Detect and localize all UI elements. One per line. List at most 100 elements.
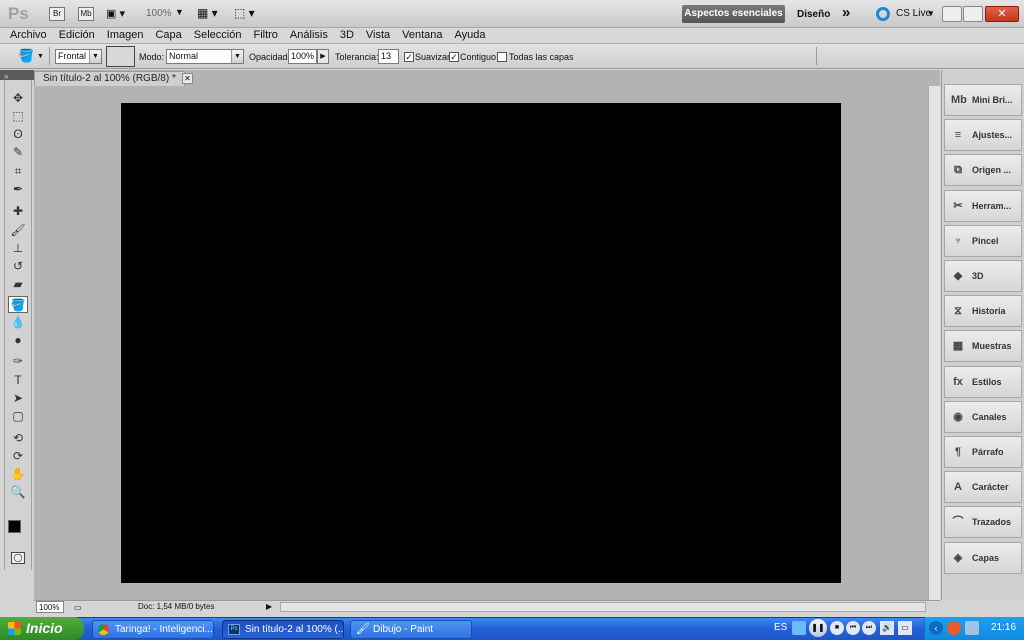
workspace-essentials-button[interactable]: Aspectos esenciales	[682, 5, 785, 23]
menu-archivo[interactable]: Archivo	[4, 28, 53, 43]
3d-rotate-icon[interactable]: ⟲	[8, 430, 28, 447]
path-select-icon[interactable]: ➤	[8, 390, 28, 407]
panel-button-clone-source[interactable]: ⧉ Origen ...	[944, 154, 1022, 187]
maximize-button[interactable]	[963, 6, 983, 22]
status-menu-icon[interactable]: ▶	[266, 601, 272, 613]
antialias-checkbox[interactable]: ✓	[404, 52, 414, 62]
panel-button-channels[interactable]: ◉ Canales	[944, 400, 1022, 433]
cs-live-dropdown-icon[interactable]: ▼	[927, 9, 935, 18]
panel-button-3d-panel[interactable]: ◆ 3D	[944, 260, 1022, 292]
pause-icon[interactable]: ❚❚	[809, 619, 827, 637]
panel-button-character[interactable]: A Carácter	[944, 471, 1022, 504]
panel-button-paragraph[interactable]: ¶ Párrafo	[944, 436, 1022, 468]
opacity-input[interactable]: 100%	[288, 49, 317, 64]
workspace-design-button[interactable]: Diseño	[797, 9, 830, 20]
menu-3d[interactable]: 3D	[334, 28, 360, 43]
clock[interactable]: 21:16	[991, 617, 1016, 639]
quick-select-icon[interactable]: ✎	[8, 144, 28, 161]
menu-imagen[interactable]: Imagen	[101, 28, 150, 43]
zoom-icon[interactable]: 🔍	[8, 484, 28, 501]
start-button[interactable]: Inicio	[0, 617, 84, 640]
menu-ventana[interactable]: Ventana	[396, 28, 448, 43]
move-icon[interactable]: ✥	[8, 90, 28, 107]
zoom-dropdown-icon[interactable]: ▼	[175, 7, 184, 17]
screen-mode-icon[interactable]: ⬚ ▾	[234, 6, 255, 20]
hand-icon[interactable]: ✋	[8, 466, 28, 483]
panel-button-mini-bridge[interactable]: Mb Mini Bri...	[944, 84, 1022, 116]
menu-analisis[interactable]: Análisis	[284, 28, 334, 43]
all-layers-checkbox[interactable]	[497, 52, 507, 62]
menu-filtro[interactable]: Filtro	[247, 28, 283, 43]
tolerance-input[interactable]: 13	[378, 49, 399, 64]
status-zoom[interactable]: 100%	[36, 601, 64, 613]
menu-ayuda[interactable]: Ayuda	[449, 28, 492, 43]
minimize-button[interactable]	[942, 6, 962, 22]
history-brush-icon[interactable]: ↺	[8, 258, 28, 275]
panel-button-paths[interactable]: ⌒ Trazados	[944, 506, 1022, 539]
stop-icon[interactable]: ■	[830, 621, 844, 635]
tray-app-icon[interactable]	[947, 621, 961, 635]
arrange-documents-icon[interactable]: ▦ ▾	[197, 6, 218, 20]
show-hidden-icons-icon[interactable]: ‹	[929, 621, 943, 635]
blur-icon[interactable]: 💧	[8, 314, 28, 331]
brush-icon[interactable]: 🖌	[8, 222, 28, 239]
menu-capa[interactable]: Capa	[149, 28, 187, 43]
contiguous-checkbox[interactable]: ✓	[449, 52, 459, 62]
paint-bucket-preset-icon[interactable]: 🪣	[18, 48, 34, 64]
mini-bridge-launch-icon[interactable]: Mb	[78, 7, 94, 21]
taskbar-item-browser[interactable]: Taringa! - Inteligenci...	[92, 620, 214, 639]
eyedropper-icon[interactable]: ✒	[8, 181, 28, 198]
close-tab-icon[interactable]: ✕	[182, 73, 193, 84]
paint-bucket-icon[interactable]: 🪣	[8, 296, 28, 313]
more-workspaces-icon[interactable]: »	[842, 4, 850, 21]
type-icon[interactable]: T	[8, 372, 28, 389]
restore-player-icon[interactable]: ▭	[898, 621, 912, 635]
menu-seleccion[interactable]: Selección	[188, 28, 248, 43]
panel-button-tool-presets[interactable]: ✂ Herram...	[944, 189, 1022, 222]
menu-edicion[interactable]: Edición	[53, 28, 101, 43]
horizontal-scrollbar[interactable]	[280, 602, 926, 612]
cs-live-menu[interactable]: CS Live	[896, 8, 931, 19]
language-indicator[interactable]: ES	[774, 622, 787, 633]
menu-vista[interactable]: Vista	[360, 28, 396, 43]
panel-button-styles[interactable]: fx Estilos	[944, 365, 1022, 398]
mode-select[interactable]: Normal ▼	[166, 49, 244, 64]
toolbar-header[interactable]: »	[0, 70, 34, 81]
view-extras-icon[interactable]: ▣ ▾	[106, 7, 132, 21]
status-preview-icon[interactable]: ▭	[74, 602, 82, 614]
shape-icon[interactable]: ▢	[8, 408, 28, 425]
marquee-icon[interactable]: ⬚	[8, 108, 28, 125]
taskbar-item-paint[interactable]: 🖌 Dibujo - Paint	[350, 620, 472, 639]
fill-source-select[interactable]: Frontal ▼	[55, 49, 102, 64]
lasso-icon[interactable]: ʘ	[8, 126, 28, 143]
quick-mask-icon[interactable]: ◯	[11, 552, 25, 564]
canvas[interactable]	[121, 103, 841, 583]
panel-button-brush-panel[interactable]: ♆ Pincel	[944, 224, 1022, 257]
crop-icon[interactable]: ⌗	[8, 163, 28, 180]
taskbar-item-photoshop[interactable]: Ps Sin título-2 al 100% (...	[222, 620, 344, 639]
panel-button-adjustments[interactable]: ≡ Ajustes...	[944, 119, 1022, 152]
media-player-icon[interactable]	[792, 621, 806, 635]
pen-icon[interactable]: ✑	[8, 353, 28, 370]
healing-icon[interactable]: ✚	[8, 203, 28, 220]
panel-button-history[interactable]: ⧖ Historia	[944, 295, 1022, 328]
next-icon[interactable]: ⏭	[862, 621, 876, 635]
close-button[interactable]: ✕	[985, 6, 1019, 22]
opacity-slider-button[interactable]: ▶	[317, 49, 329, 64]
3d-orbit-icon[interactable]: ⟳	[8, 448, 28, 465]
document-tab[interactable]: Sin título-2 al 100% (RGB/8) *	[34, 71, 185, 86]
panel-button-layers[interactable]: ◈ Capas	[944, 541, 1022, 574]
bridge-icon[interactable]: Br	[49, 7, 65, 21]
eraser-icon[interactable]: ▰	[8, 276, 28, 293]
pattern-picker[interactable]	[106, 46, 135, 67]
stamp-icon[interactable]: ⊥	[8, 240, 28, 257]
preset-dropdown-icon[interactable]: ▼	[37, 53, 44, 60]
zoom-level[interactable]: 100%	[146, 8, 172, 19]
foreground-color-swatch[interactable]	[8, 520, 21, 533]
panel-button-swatches[interactable]: ▦ Muestras	[944, 330, 1022, 363]
vertical-scrollbar[interactable]	[928, 86, 940, 600]
volume-icon[interactable]: 🔊	[880, 621, 894, 635]
dodge-icon[interactable]: ●	[8, 332, 28, 349]
previous-icon[interactable]: ⏮	[846, 621, 860, 635]
network-icon[interactable]	[965, 621, 979, 635]
